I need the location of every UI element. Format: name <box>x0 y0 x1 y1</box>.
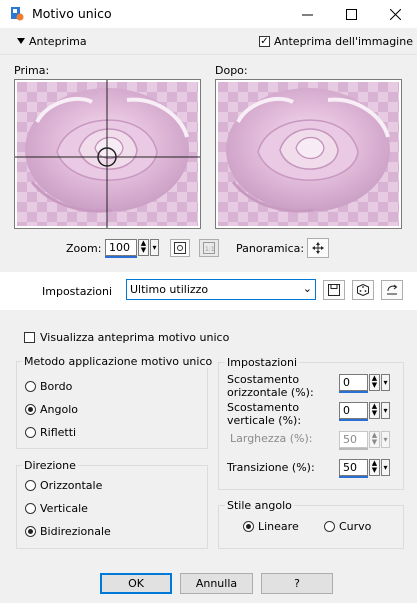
reset-icon[interactable] <box>381 280 403 300</box>
h-offset-label: Scostamento orizzontale (%): <box>227 373 314 399</box>
transition-label: Transizione (%): <box>227 461 315 474</box>
presets-value: Ultimo utilizzo <box>130 283 209 296</box>
preview-collapse-label[interactable]: Anteprima <box>29 35 87 48</box>
presets-label: Impostazioni <box>42 285 113 298</box>
direction-radio-orizzontale[interactable] <box>25 480 36 491</box>
pan-move-icon[interactable] <box>307 238 329 258</box>
width-bar <box>339 448 368 450</box>
zoom-actual-size-icon[interactable]: 1:1 <box>199 239 219 257</box>
method-radio-angolo[interactable] <box>25 404 36 415</box>
window-title: Motivo unico <box>32 6 112 21</box>
method-option-label[interactable]: Rifletti <box>40 426 76 439</box>
direction-radio-bidirezionale[interactable] <box>25 526 36 537</box>
v-offset-label: Scostamento verticale (%): <box>227 401 302 427</box>
minimize-button[interactable] <box>285 0 329 28</box>
v-offset-dropdown-icon[interactable]: ▾ <box>381 402 390 419</box>
method-option-label[interactable]: Angolo <box>40 403 78 416</box>
svg-text:1:1: 1:1 <box>205 246 215 253</box>
before-preview[interactable] <box>14 79 201 229</box>
crosshair-icon[interactable] <box>15 80 200 228</box>
v-offset-input[interactable]: 0 <box>339 402 368 419</box>
pan-label: Panoramica: <box>236 242 305 255</box>
width-label: Larghezza (%): <box>230 432 313 445</box>
zoom-label: Zoom: <box>66 242 102 255</box>
direction-option-label[interactable]: Orizzontale <box>40 479 102 492</box>
h-offset-stepper[interactable]: ▲ ▼ <box>369 374 380 391</box>
method-option-label[interactable]: Bordo <box>40 380 72 393</box>
corner-radio-curvo[interactable] <box>324 521 335 532</box>
zoom-fit-icon[interactable] <box>170 239 190 257</box>
method-radio-bordo[interactable] <box>25 381 36 392</box>
preview-image-checkbox[interactable]: ✓ <box>259 36 270 47</box>
paintshop-app-icon <box>10 6 24 22</box>
show-tile-preview-label: Visualizza anteprima motivo unico <box>40 331 230 344</box>
show-tile-preview-checkbox[interactable] <box>24 332 35 343</box>
width-dropdown-icon[interactable]: ▾ <box>381 431 390 448</box>
v-offset-stepper[interactable]: ▲ ▼ <box>369 402 380 419</box>
help-button[interactable]: ? <box>261 573 333 594</box>
rose-image-result <box>218 82 399 226</box>
save-preset-icon[interactable] <box>323 280 345 300</box>
direction-option-label[interactable]: Verticale <box>40 502 88 515</box>
transition-bar <box>339 476 368 478</box>
corner-radio-lineare[interactable] <box>243 521 254 532</box>
preview-image-label: Anteprima dell'immagine <box>274 35 413 48</box>
collapse-arrow-icon[interactable] <box>17 38 25 44</box>
zoom-input[interactable]: 100 <box>105 239 137 256</box>
direction-group-title: Direzione <box>22 459 78 472</box>
zoom-stepper[interactable]: ▲ ▼ <box>138 239 149 256</box>
randomize-dice-icon[interactable] <box>352 280 374 300</box>
direction-option-label[interactable]: Bidirezionale <box>40 525 111 538</box>
transition-input[interactable]: 50 <box>339 459 368 476</box>
corner-option-label[interactable]: Lineare <box>258 520 299 533</box>
cancel-button[interactable]: Annulla <box>180 573 253 594</box>
width-stepper[interactable]: ▲ ▼ <box>369 431 380 448</box>
transition-stepper[interactable]: ▲ ▼ <box>369 459 380 476</box>
after-preview <box>215 79 402 229</box>
after-label: Dopo: <box>215 64 248 77</box>
corner-style-title: Stile angolo <box>225 499 294 512</box>
before-label: Prima: <box>14 64 50 77</box>
zoom-dropdown-icon[interactable]: ▾ <box>150 239 159 256</box>
v-offset-bar <box>339 419 368 421</box>
chevron-down-icon: ⌄ <box>302 282 312 295</box>
corner-option-label[interactable]: Curvo <box>339 520 371 533</box>
h-offset-bar <box>339 391 368 393</box>
transition-dropdown-icon[interactable]: ▾ <box>381 459 390 476</box>
maximize-button[interactable] <box>329 0 373 28</box>
zoom-value-bar <box>105 256 137 258</box>
h-offset-input[interactable]: 0 <box>339 374 368 391</box>
ok-button[interactable]: OK <box>100 573 172 594</box>
width-input[interactable]: 50 <box>339 431 368 448</box>
h-offset-dropdown-icon[interactable]: ▾ <box>381 374 390 391</box>
direction-radio-verticale[interactable] <box>25 503 36 514</box>
checkmark-icon: ✓ <box>260 36 269 47</box>
method-group-title: Metodo applicazione motivo unico <box>22 355 215 368</box>
close-button[interactable] <box>373 0 417 28</box>
settings-group-title: Impostazioni <box>225 356 300 369</box>
presets-select[interactable]: Ultimo utilizzo ⌄ <box>126 279 316 300</box>
method-radio-rifletti[interactable] <box>25 427 36 438</box>
